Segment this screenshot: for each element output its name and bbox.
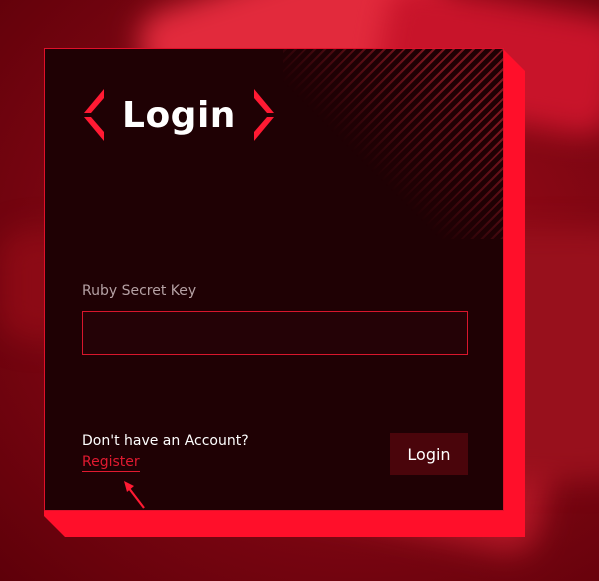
bracket-right-icon bbox=[253, 89, 274, 141]
login-heading: Login bbox=[82, 89, 276, 141]
no-account-text: Don't have an Account? bbox=[82, 433, 249, 449]
diagonal-stripes-decoration bbox=[283, 49, 503, 239]
secret-key-label: Ruby Secret Key bbox=[82, 283, 197, 299]
bracket-left-icon bbox=[84, 89, 104, 141]
register-link[interactable]: Register bbox=[82, 454, 140, 472]
login-button[interactable]: Login bbox=[390, 433, 468, 475]
page-title: Login bbox=[122, 94, 236, 136]
arrow-pointer-icon bbox=[124, 481, 145, 509]
secret-key-input[interactable] bbox=[82, 311, 468, 355]
login-card: Login Ruby Secret Key Don't have an Acco… bbox=[44, 48, 504, 511]
